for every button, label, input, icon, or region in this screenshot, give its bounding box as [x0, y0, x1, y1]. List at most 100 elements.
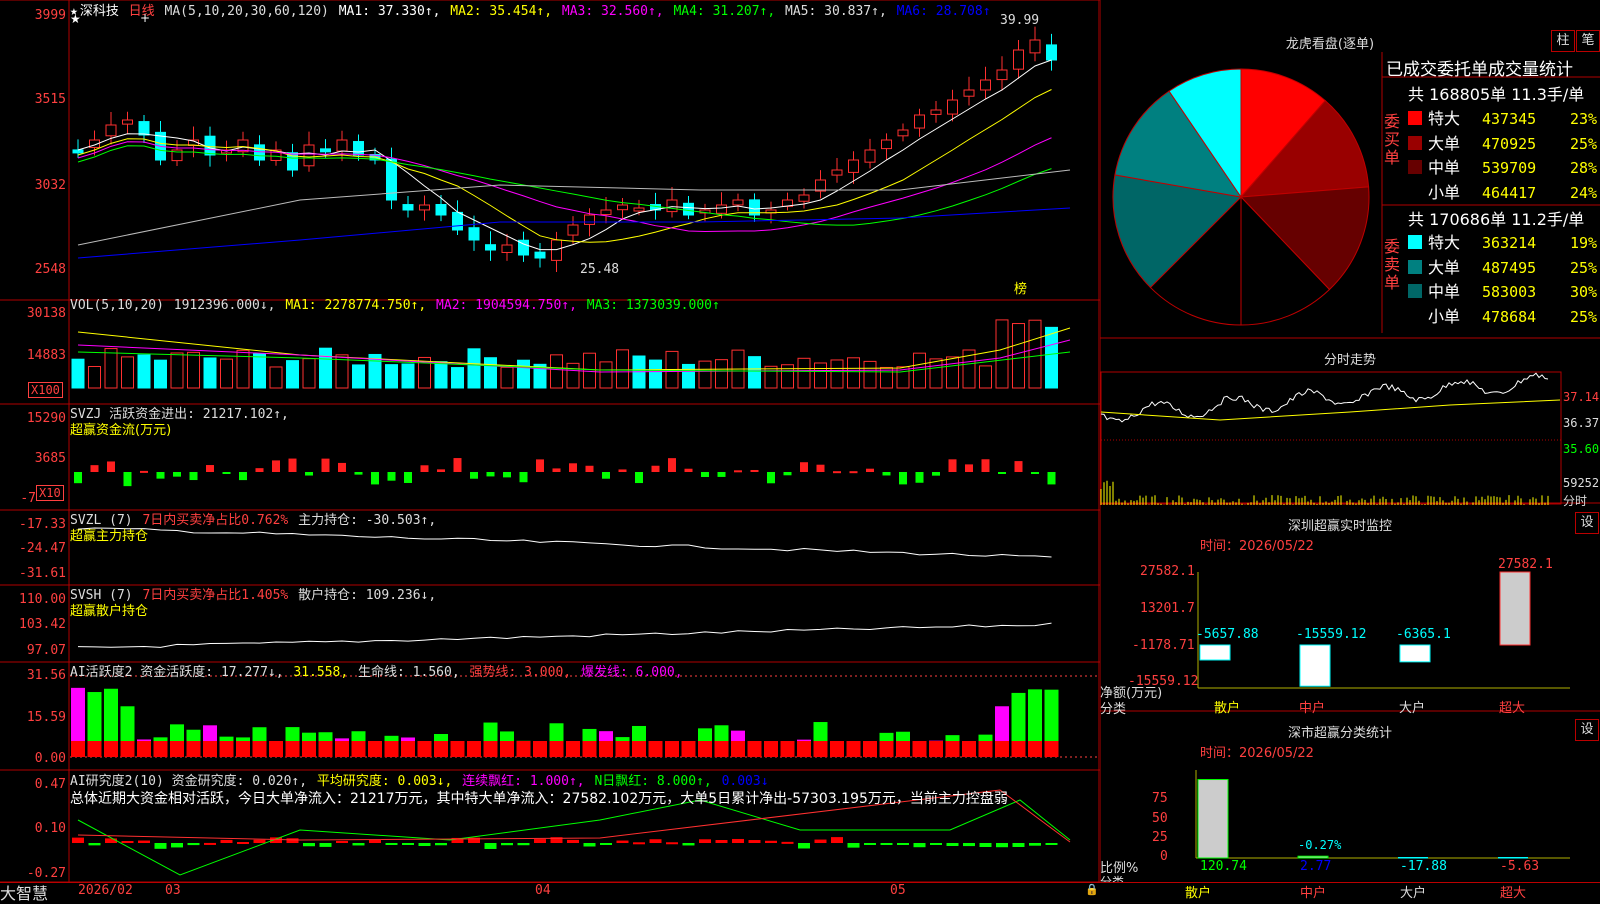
- sz-stats-val-3: -17.88: [1400, 859, 1447, 874]
- ma-legend-item-1: MA1: 37.330↑,: [339, 4, 441, 19]
- ma-legend-item-3: MA3: 32.560↑,: [562, 4, 664, 19]
- stats-bar: [1298, 856, 1328, 858]
- ai-bar: [814, 722, 828, 741]
- sz-stats-settings-button[interactable]: 设: [1575, 719, 1599, 741]
- buy-value: 464417: [1482, 184, 1570, 202]
- intraday-price-3: 35.60: [1563, 442, 1599, 456]
- lock-icon[interactable]: 🔒: [1085, 883, 1099, 896]
- ai-bar: [995, 706, 1009, 741]
- ai-legend-item-1: 31.558,: [293, 665, 348, 680]
- ai-bar: [236, 737, 250, 741]
- ai-bar: [797, 740, 811, 741]
- vol-bar: [930, 359, 942, 388]
- ai-active-legend: AI活跃度2 资金活跃度: 17.277↓, 31.558, 生命线: 1.56…: [70, 661, 685, 680]
- ai-base-bar: [830, 741, 844, 757]
- ai-bar: [599, 731, 613, 741]
- sz-monitor-cat-2: 中户: [1299, 697, 1325, 716]
- vol-legend-item-0: VOL(5,10,20): [70, 298, 164, 313]
- candle-body: [255, 145, 265, 160]
- main-chart-area[interactable]: ★深科技 日线 MA(5,10,20,30,60,120) MA1: 37.33…: [0, 0, 1100, 882]
- air-bar: [798, 843, 810, 848]
- svzj-bar: [932, 472, 940, 476]
- ai-bar: [302, 733, 316, 741]
- air-bar: [617, 841, 629, 843]
- candle-body: [882, 140, 892, 149]
- svzj-bar: [520, 472, 528, 482]
- ai-bar: [1045, 690, 1059, 741]
- air-bar: [650, 839, 662, 843]
- sz-monitor-settings-button[interactable]: 设: [1575, 512, 1599, 534]
- ai-base-bar: [566, 741, 580, 757]
- vol-bar: [765, 366, 777, 388]
- bar-mode-button[interactable]: 柱: [1551, 30, 1575, 52]
- chart-canvas[interactable]: [0, 0, 1100, 882]
- sz-monitor-cat-4: 超大: [1499, 697, 1525, 716]
- air-bar: [600, 843, 612, 845]
- candle-body: [981, 80, 991, 90]
- ai-base-bar: [385, 741, 399, 757]
- sell-row-3: 小单47868425%: [1408, 303, 1597, 327]
- svzl-legend-item-2: 主力持仓: -30.503↑,: [298, 513, 436, 528]
- air-legend-item-0: AI研究度2(10) 资金研究度: 0.020↑,: [70, 774, 307, 789]
- ai-base-bar: [104, 741, 118, 757]
- sell-label: 小单: [1428, 303, 1482, 327]
- list-badge[interactable]: 榜: [1014, 278, 1027, 297]
- air-bar: [485, 843, 497, 849]
- ai-base-bar: [187, 741, 201, 757]
- vol-bar: [122, 357, 134, 388]
- svzj-bar: [817, 465, 825, 472]
- air-bar: [815, 840, 827, 843]
- app-logo[interactable]: 大智慧: [0, 880, 48, 904]
- ai-ylabel-2: 15.59: [0, 710, 66, 725]
- ai-base-bar: [484, 741, 498, 757]
- ai-legend-item-0: AI活跃度2 资金活跃度: 17.277↓,: [70, 665, 284, 680]
- ai-base-bar: [253, 741, 267, 757]
- kline-ylabel-1: 3999: [0, 8, 66, 23]
- sz-monitor-val-2: -15559.12: [1296, 627, 1366, 642]
- ai-base-bar: [517, 741, 531, 757]
- buy-row-2: 中单53970928%: [1408, 154, 1597, 178]
- vol-bar: [72, 359, 84, 388]
- svzj-bar: [388, 472, 396, 481]
- svsh-legend-item-1: 7日内买卖净占比1.405%: [142, 588, 288, 603]
- svzj-bar: [899, 472, 907, 484]
- buy-row-1: 大单47092525%: [1408, 130, 1597, 154]
- ai-bar: [187, 730, 201, 741]
- plus-icon[interactable]: +: [140, 11, 150, 25]
- ai-bar: [731, 731, 745, 741]
- ai-bar: [550, 723, 564, 741]
- vol-bar: [980, 366, 992, 388]
- tick-mode-button[interactable]: 笔: [1576, 30, 1600, 52]
- svzj-bar: [965, 464, 973, 472]
- sz-monitor-val-1: -5657.88: [1196, 627, 1259, 642]
- vol-legend-item-4: MA3: 1373039.000↑: [587, 298, 720, 313]
- candle-body: [618, 205, 628, 210]
- vol-legend-item-1: 1912396.000↓,: [174, 298, 276, 313]
- vol-bar: [138, 355, 150, 388]
- ai-legend-item-2: 生命线: 1.560,: [358, 665, 460, 680]
- buy-side-label: 委买单: [1384, 113, 1400, 167]
- ma-legend-item-4: MA4: 31.207↑,: [673, 4, 775, 19]
- svzl-legend-item-1: 7日内买卖净占比0.762%: [142, 513, 288, 528]
- ai-bar: [335, 738, 349, 741]
- ma-legend-item-6: MA6: 28.708↑: [897, 4, 991, 19]
- candle-body: [106, 125, 116, 136]
- ai-base-bar: [929, 741, 943, 757]
- vol-bar: [435, 362, 447, 388]
- svzj-bar: [124, 472, 132, 486]
- air-bar: [1013, 843, 1025, 847]
- svzj-bar: [503, 472, 511, 477]
- svzj-bar: [536, 459, 544, 472]
- stats-cat-1: 散户: [1185, 882, 1211, 901]
- air-bar: [765, 841, 777, 843]
- sell-pct: 25%: [1570, 308, 1597, 326]
- svzj-bar: [173, 472, 181, 477]
- air-bar: [419, 843, 431, 846]
- air-bar: [501, 843, 513, 845]
- vol-bar: [270, 367, 282, 388]
- candle-body: [684, 203, 694, 215]
- ai-base-bar: [319, 741, 333, 757]
- ai-base-bar: [616, 741, 630, 757]
- candle-body: [898, 130, 908, 136]
- air-bar: [732, 839, 744, 843]
